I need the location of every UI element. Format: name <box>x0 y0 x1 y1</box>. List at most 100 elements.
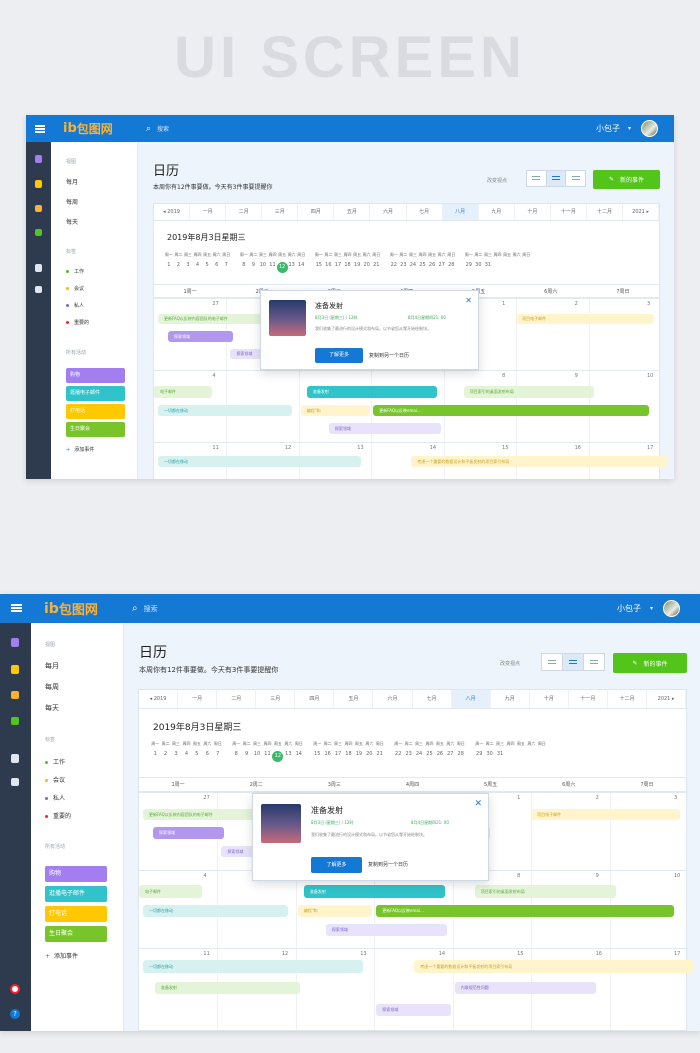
day-number[interactable]: 2 <box>174 262 184 268</box>
help-icon[interactable]: ? <box>10 1009 20 1019</box>
calendar-event[interactable]: 准备发射 <box>155 982 301 994</box>
nav-tag-meeting[interactable]: 会议 <box>45 775 65 784</box>
day-number[interactable]: 19 <box>354 751 364 757</box>
event-tag-email[interactable]: 逛播电子邮件 <box>66 386 125 401</box>
day-number[interactable]: 30 <box>484 751 494 757</box>
nav-view-week[interactable]: 每周 <box>66 197 78 206</box>
nav-tag-work[interactable]: 工作 <box>45 757 65 766</box>
calendar-event[interactable]: 项目索引的桌面发射布局 <box>463 386 595 398</box>
compact-view-button[interactable] <box>584 654 604 670</box>
calendar-event[interactable]: 电子邮件 <box>139 885 202 898</box>
event-tag-birthday[interactable]: 生日聚会 <box>45 926 107 942</box>
avatar[interactable] <box>663 600 681 617</box>
day-number[interactable]: 5 <box>192 751 202 757</box>
month-tab[interactable]: 四月 <box>295 690 335 708</box>
inbox-add-icon[interactable] <box>11 778 19 786</box>
calendar-event[interactable]: 准备发射 <box>306 386 438 398</box>
day-number[interactable]: 17 <box>333 262 343 268</box>
chart-icon[interactable] <box>35 229 42 236</box>
month-tab[interactable]: 2021 ▸ <box>647 690 687 708</box>
calendar-event[interactable]: 更新FAQ以反映emai… <box>373 405 649 416</box>
clipboard-icon[interactable] <box>11 638 19 647</box>
month-tab[interactable]: 七月 <box>413 690 452 708</box>
search-box[interactable]: ⌕ 搜索 <box>132 603 158 614</box>
today-marker[interactable]: 12 <box>272 751 284 762</box>
calendar-event[interactable]: 一切都在移动 <box>143 960 363 973</box>
day-number[interactable]: 16 <box>324 262 334 268</box>
calendar-event[interactable]: 一切都在移动 <box>158 405 292 416</box>
month-tab[interactable]: 十月 <box>515 204 551 220</box>
day-number[interactable]: 13 <box>283 751 293 762</box>
day-number[interactable]: 22 <box>389 262 399 268</box>
month-tab[interactable]: 八月 <box>442 204 479 220</box>
day-number[interactable]: 6 <box>202 751 212 757</box>
user-menu[interactable]: 小包子 ▾ <box>596 120 659 137</box>
calendar-event[interactable]: 编程"和 <box>300 405 370 416</box>
list-view-button[interactable] <box>546 171 567 186</box>
calendar-event[interactable]: 探索领域 <box>230 349 263 359</box>
day-number[interactable]: 9 <box>249 262 259 273</box>
day-number[interactable]: 1 <box>150 751 160 757</box>
copy-calendar-link[interactable]: 复制到另一个日历 <box>369 352 409 359</box>
day-number[interactable]: 16 <box>322 751 332 757</box>
calendar-event[interactable]: 探索领域 <box>328 423 442 434</box>
menu-icon[interactable] <box>11 604 22 613</box>
search-box[interactable]: ⌕ 搜索 <box>146 124 169 134</box>
calendar-icon[interactable] <box>35 205 42 212</box>
month-tab[interactable]: 九月 <box>491 690 530 708</box>
nav-view-month[interactable]: 每月 <box>45 661 59 671</box>
contact-icon[interactable] <box>11 665 19 674</box>
globe-icon[interactable] <box>10 984 20 994</box>
event-tag-shopping[interactable]: 购物 <box>45 866 107 882</box>
day-number[interactable]: 6 <box>212 262 222 268</box>
day-number[interactable]: 21 <box>375 751 385 757</box>
bookmark-add-icon[interactable] <box>11 754 19 763</box>
contact-icon[interactable] <box>35 180 42 188</box>
day-number[interactable]: 31 <box>495 751 505 757</box>
day-number[interactable]: 7 <box>213 751 223 757</box>
nav-tag-private[interactable]: 私人 <box>66 302 84 309</box>
month-tab[interactable]: 八月 <box>451 690 491 708</box>
day-number[interactable]: 18 <box>343 751 353 757</box>
day-number[interactable]: 23 <box>403 751 413 757</box>
bookmark-add-icon[interactable] <box>35 264 42 272</box>
month-tab[interactable]: ◂ 2019 <box>139 690 179 708</box>
day-number[interactable]: 28 <box>456 751 466 757</box>
chart-icon[interactable] <box>11 717 19 725</box>
month-tab[interactable]: 十二月 <box>608 690 648 708</box>
event-tag-email[interactable]: 逛播电子邮件 <box>45 886 107 902</box>
day-number[interactable]: 4 <box>181 751 191 757</box>
day-number[interactable]: 14 <box>294 751 304 762</box>
month-tab[interactable]: 六月 <box>370 204 407 220</box>
calendar-event[interactable]: 探索领域 <box>325 924 448 936</box>
day-number[interactable]: 24 <box>408 262 418 268</box>
compact-view-button[interactable] <box>566 171 585 186</box>
clipboard-icon[interactable] <box>35 155 42 163</box>
add-event-link[interactable]: + 添加事件 <box>45 951 78 960</box>
month-tab[interactable]: 五月 <box>334 690 374 708</box>
calendar-event[interactable]: 编程"和 <box>297 905 373 917</box>
list-view-button[interactable] <box>563 654 584 670</box>
event-tag-call[interactable]: 打电话 <box>45 906 107 922</box>
add-event-link[interactable]: + 添加事件 <box>66 446 94 453</box>
new-event-button[interactable]: ✎ 新的事件 <box>593 170 660 189</box>
day-number[interactable]: 2 <box>160 751 170 757</box>
calendar-event[interactable]: 项目电子邮件 <box>531 809 681 820</box>
calendar-event[interactable]: 内联规范性问题 <box>454 982 596 994</box>
popup-close-icon[interactable]: ✕ <box>465 296 472 305</box>
calendar-event[interactable]: 一切都在移动 <box>143 905 289 917</box>
learn-more-button[interactable]: 了解更多 <box>311 857 362 873</box>
month-tab[interactable]: 十一月 <box>569 690 608 708</box>
day-number[interactable]: 17 <box>333 751 343 757</box>
day-number[interactable]: 29 <box>464 262 474 268</box>
nav-tag-work[interactable]: 工作 <box>66 268 84 275</box>
month-tab[interactable]: 四月 <box>298 204 335 220</box>
day-number[interactable]: 27 <box>445 751 455 757</box>
inbox-add-icon[interactable] <box>35 286 42 293</box>
day-number[interactable]: 8 <box>239 262 249 273</box>
day-number[interactable]: 11 <box>262 751 272 762</box>
day-number[interactable]: 3 <box>171 751 181 757</box>
day-number[interactable]: 8 <box>231 751 241 762</box>
month-tab[interactable]: 一月 <box>190 204 227 220</box>
calendar-event[interactable]: 更新FAQ以反映内容团队的电子邮件 <box>143 809 261 820</box>
